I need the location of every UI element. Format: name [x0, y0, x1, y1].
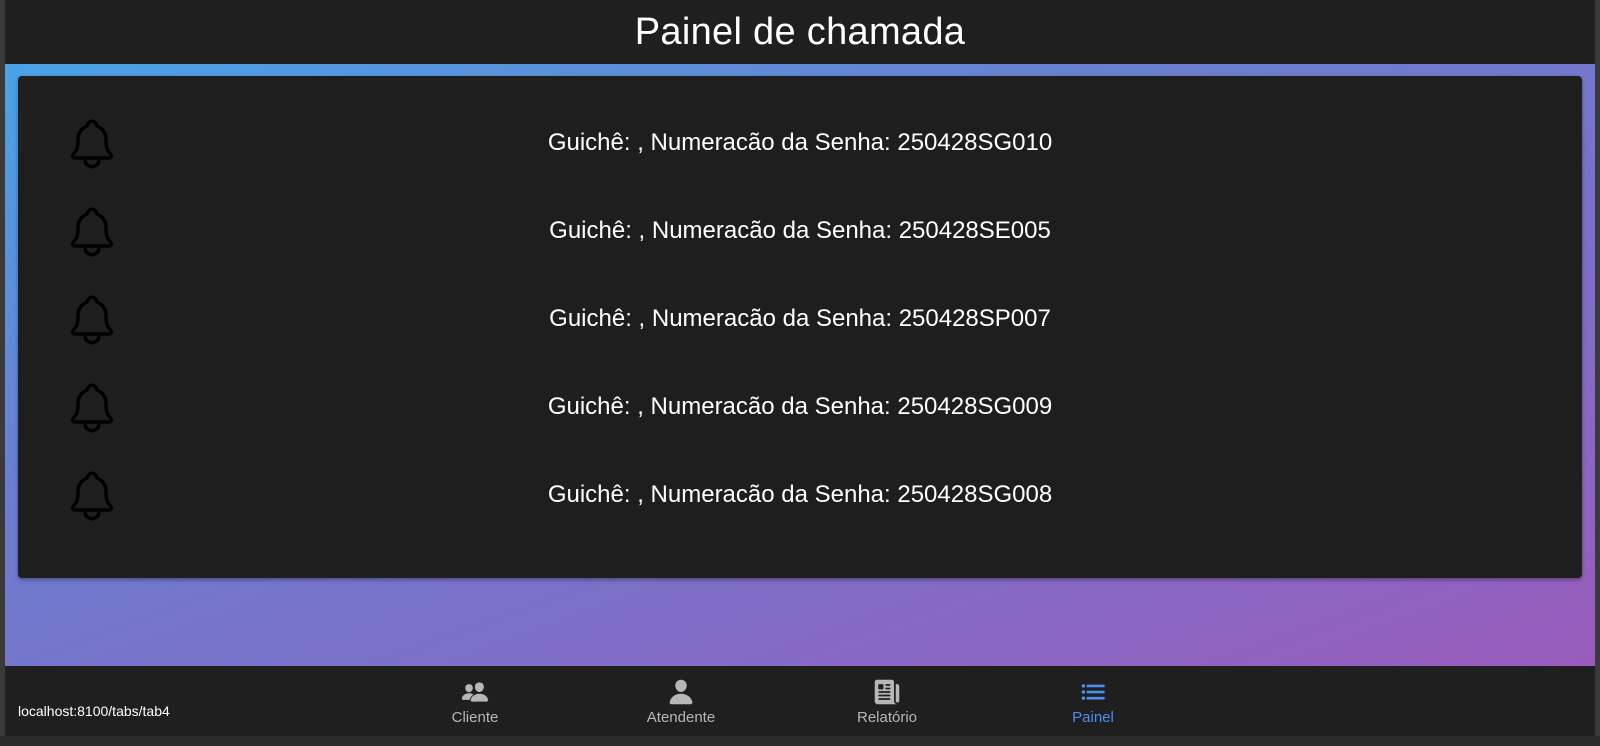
header-toolbar: Painel de chamada	[5, 0, 1595, 64]
app-window: Painel de chamada Guichê: , Numeracão da…	[5, 0, 1595, 736]
page-title: Painel de chamada	[634, 10, 966, 53]
tab-relatorio[interactable]: Relatório	[807, 666, 967, 736]
tab-label: Cliente	[451, 709, 499, 726]
list-item: Guichê: , Numeracão da Senha: 250428SG01…	[18, 98, 1582, 188]
tab-atendente[interactable]: Atendente	[601, 666, 761, 736]
list-item: Guichê: , Numeracão da Senha: 250428SE00…	[18, 186, 1582, 276]
list-icon	[1081, 684, 1105, 700]
tab-painel[interactable]: Painel	[1013, 666, 1173, 736]
list-item: Guichê: , Numeracão da Senha: 250428SG00…	[18, 450, 1582, 540]
status-bar-url: localhost:8100/tabs/tab4	[16, 701, 172, 721]
list-item: Guichê: , Numeracão da Senha: 250428SP00…	[18, 274, 1582, 364]
tab-label: Atendente	[646, 709, 716, 726]
call-text: Guichê: , Numeracão da Senha: 250428SG00…	[547, 481, 1053, 508]
call-text: Guichê: , Numeracão da Senha: 250428SG01…	[547, 129, 1053, 156]
newspaper-icon	[874, 679, 900, 705]
window-bottom-edge	[0, 736, 1600, 746]
person-icon	[669, 679, 693, 705]
list-item: Guichê: , Numeracão da Senha: 250428SG00…	[18, 362, 1582, 452]
content-area: Guichê: , Numeracão da Senha: 250428SG01…	[5, 64, 1595, 666]
call-list-card: Guichê: , Numeracão da Senha: 250428SG01…	[18, 76, 1582, 578]
call-text: Guichê: , Numeracão da Senha: 250428SE00…	[549, 217, 1051, 244]
people-icon	[461, 682, 489, 702]
tab-label: Painel	[1072, 709, 1114, 726]
call-text: Guichê: , Numeracão da Senha: 250428SP00…	[549, 305, 1051, 332]
tab-cliente[interactable]: Cliente	[395, 666, 555, 736]
call-text: Guichê: , Numeracão da Senha: 250428SG00…	[547, 393, 1053, 420]
tab-bar: Cliente Atendente Relatório Painel	[5, 666, 1595, 736]
tab-label: Relatório	[856, 709, 918, 726]
